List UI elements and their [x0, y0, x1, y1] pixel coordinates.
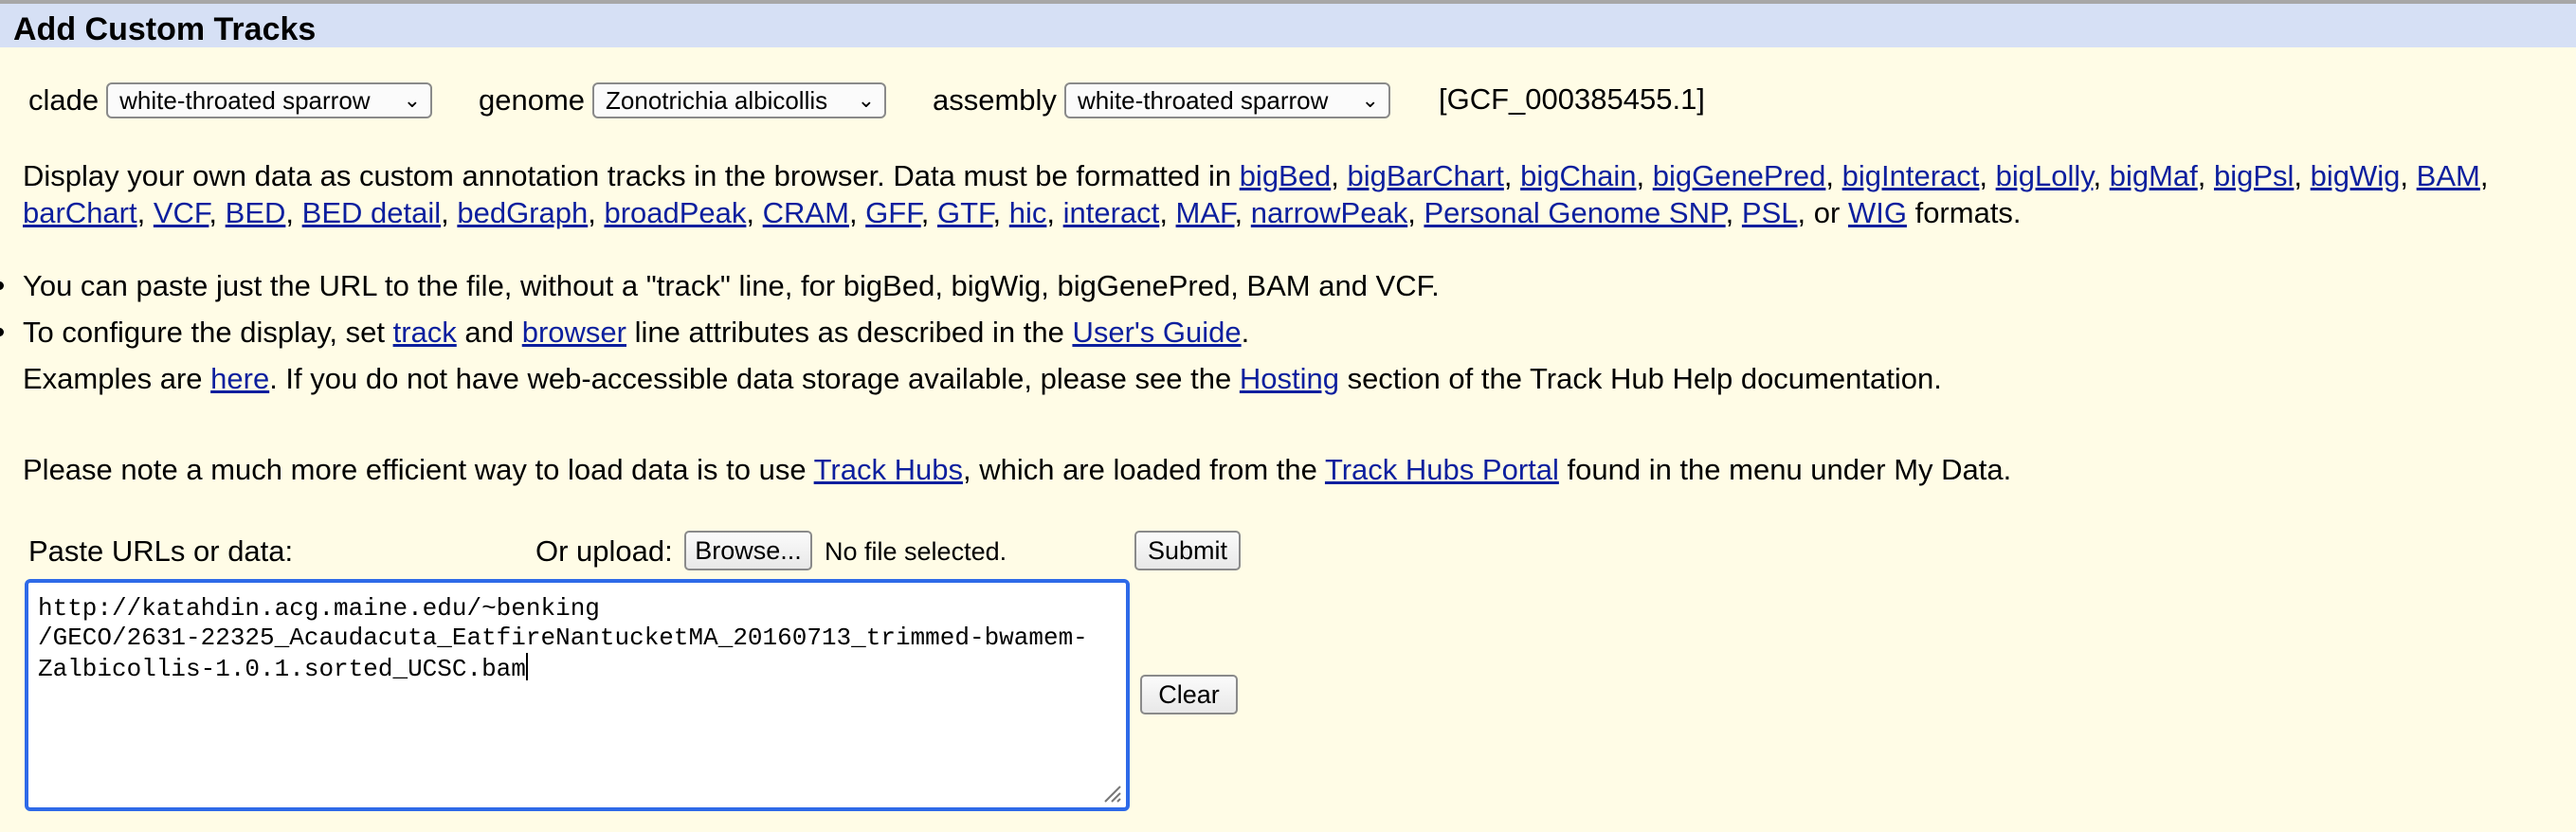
format-link-wig[interactable]: WIG [1848, 196, 1907, 229]
text-caret [525, 653, 528, 680]
textarea-line-1: http://katahdin.acg.maine.edu/~benking [38, 594, 600, 623]
paste-data-textarea[interactable]: http://katahdin.acg.maine.edu/~benking /… [25, 579, 1130, 811]
format-link-bigmaf[interactable]: bigMaf [2110, 159, 2198, 192]
format-link-bigpsl[interactable]: bigPsl [2214, 159, 2294, 192]
format-link-gtf[interactable]: GTF [937, 196, 993, 229]
format-link-biglolly[interactable]: bigLolly [1996, 159, 2094, 192]
clear-button[interactable]: Clear [1140, 675, 1238, 714]
note-mid: , which are loaded from the [962, 453, 1325, 486]
format-link-gff[interactable]: GFF [865, 196, 921, 229]
or-word: or [1813, 196, 1841, 229]
clade-label: clade [28, 83, 100, 117]
track-hubs-link[interactable]: Track Hubs [814, 453, 963, 486]
examples-end: section of the Track Hub Help documentat… [1338, 362, 1942, 395]
bullet-paste-url: You can paste just the URL to the file, … [23, 269, 1440, 302]
submit-button[interactable]: Submit [1134, 531, 1241, 570]
format-link-personal-genome-snp[interactable]: Personal Genome SNP [1424, 196, 1725, 229]
format-link-barchart[interactable]: barChart [23, 196, 137, 229]
file-status: No file selected. [825, 537, 1007, 566]
format-link-bam[interactable]: BAM [2417, 159, 2480, 192]
genome-select[interactable]: Zonotrichia albicollis ⌄ [592, 82, 887, 118]
format-link-maf[interactable]: MAF [1176, 196, 1235, 229]
bullet-dot [0, 328, 4, 336]
format-link-cram[interactable]: CRAM [763, 196, 849, 229]
clade-group: clade white-throated sparrow ⌄ [28, 76, 433, 125]
note-end: found in the menu under My Data. [1558, 453, 2012, 486]
format-link-bigbarchart[interactable]: bigBarChart [1347, 159, 1503, 192]
upload-label: Or upload: [535, 534, 673, 568]
assembly-group: assembly white-throated sparrow ⌄ [933, 76, 1390, 125]
clade-select-value: white-throated sparrow [119, 85, 371, 115]
format-link-bed-detail[interactable]: BED detail [302, 196, 441, 229]
configure-text: To configure the display, set [23, 316, 393, 349]
format-link-bigbed[interactable]: bigBed [1240, 159, 1332, 192]
format-link-bedgraph[interactable]: bedGraph [457, 196, 588, 229]
paste-urls-label: Paste URLs or data: [28, 534, 294, 568]
chevron-down-icon: ⌄ [1361, 88, 1379, 112]
examples-line: Examples are here. If you do not have we… [23, 362, 1942, 396]
bullet-configure: To configure the display, set track and … [23, 316, 1249, 350]
here-link[interactable]: here [210, 362, 269, 395]
examples-text: Examples are [23, 362, 211, 395]
hosting-link[interactable]: Hosting [1240, 362, 1339, 395]
intro-line-1: Display your own data as custom annotati… [23, 159, 2489, 192]
format-link-bigwig[interactable]: bigWig [2311, 159, 2401, 192]
genome-label: genome [479, 83, 586, 117]
chevron-down-icon: ⌄ [403, 88, 422, 112]
format-link-interact[interactable]: interact [1063, 196, 1160, 229]
track-hubs-portal-link[interactable]: Track Hubs Portal [1325, 453, 1559, 486]
configure-end: . [1241, 316, 1250, 349]
track-link[interactable]: track [393, 316, 457, 349]
format-link-biggenepred[interactable]: bigGenePred [1653, 159, 1826, 192]
format-link-bigchain[interactable]: bigChain [1520, 159, 1636, 192]
textarea-line-3: Zalbicollis-1.0.1.sorted_UCSC.bam [38, 655, 526, 683]
assembly-select-value: white-throated sparrow [1077, 85, 1329, 115]
genome-select-value: Zonotrichia albicollis [606, 85, 828, 115]
format-link-broadpeak[interactable]: broadPeak [604, 196, 746, 229]
intro-text: Display your own data as custom annotati… [23, 159, 1240, 192]
resize-grip-icon[interactable] [1101, 783, 1122, 804]
format-link-narrowpeak[interactable]: narrowPeak [1251, 196, 1407, 229]
assembly-select[interactable]: white-throated sparrow ⌄ [1063, 82, 1390, 118]
page-title: Add Custom Tracks [0, 4, 2576, 47]
textarea-line-2: /GECO/2631-22325_Acaudacuta_EatfireNantu… [38, 624, 1088, 652]
configure-mid: line attributes as described in the [626, 316, 1073, 349]
format-link-bed[interactable]: BED [226, 196, 286, 229]
intro-line-2: barChart, VCF, BED, BED detail, bedGraph… [23, 196, 2022, 229]
format-link-hic[interactable]: hic [1009, 196, 1047, 229]
users-guide-link[interactable]: User's Guide [1072, 316, 1241, 349]
genome-group: genome Zonotrichia albicollis ⌄ [479, 76, 887, 125]
track-hubs-note: Please note a much more efficient way to… [23, 453, 2011, 487]
browse-button[interactable]: Browse... [684, 531, 812, 570]
format-link-psl[interactable]: PSL [1742, 196, 1798, 229]
examples-mid: . If you do not have web-accessible data… [269, 362, 1240, 395]
browser-link[interactable]: browser [522, 316, 626, 349]
format-link-vcf[interactable]: VCF [154, 196, 209, 229]
assembly-accession: [GCF_000385455.1] [1439, 82, 1705, 116]
configure-and: and [456, 316, 522, 349]
assembly-label: assembly [933, 83, 1057, 117]
bullet-dot [0, 281, 4, 290]
format-link-biginteract[interactable]: bigInteract [1842, 159, 1980, 192]
chevron-down-icon: ⌄ [857, 88, 876, 112]
clade-select[interactable]: white-throated sparrow ⌄ [106, 82, 433, 118]
intro-end-text: formats. [1914, 196, 2022, 229]
note-text: Please note a much more efficient way to… [23, 453, 814, 486]
